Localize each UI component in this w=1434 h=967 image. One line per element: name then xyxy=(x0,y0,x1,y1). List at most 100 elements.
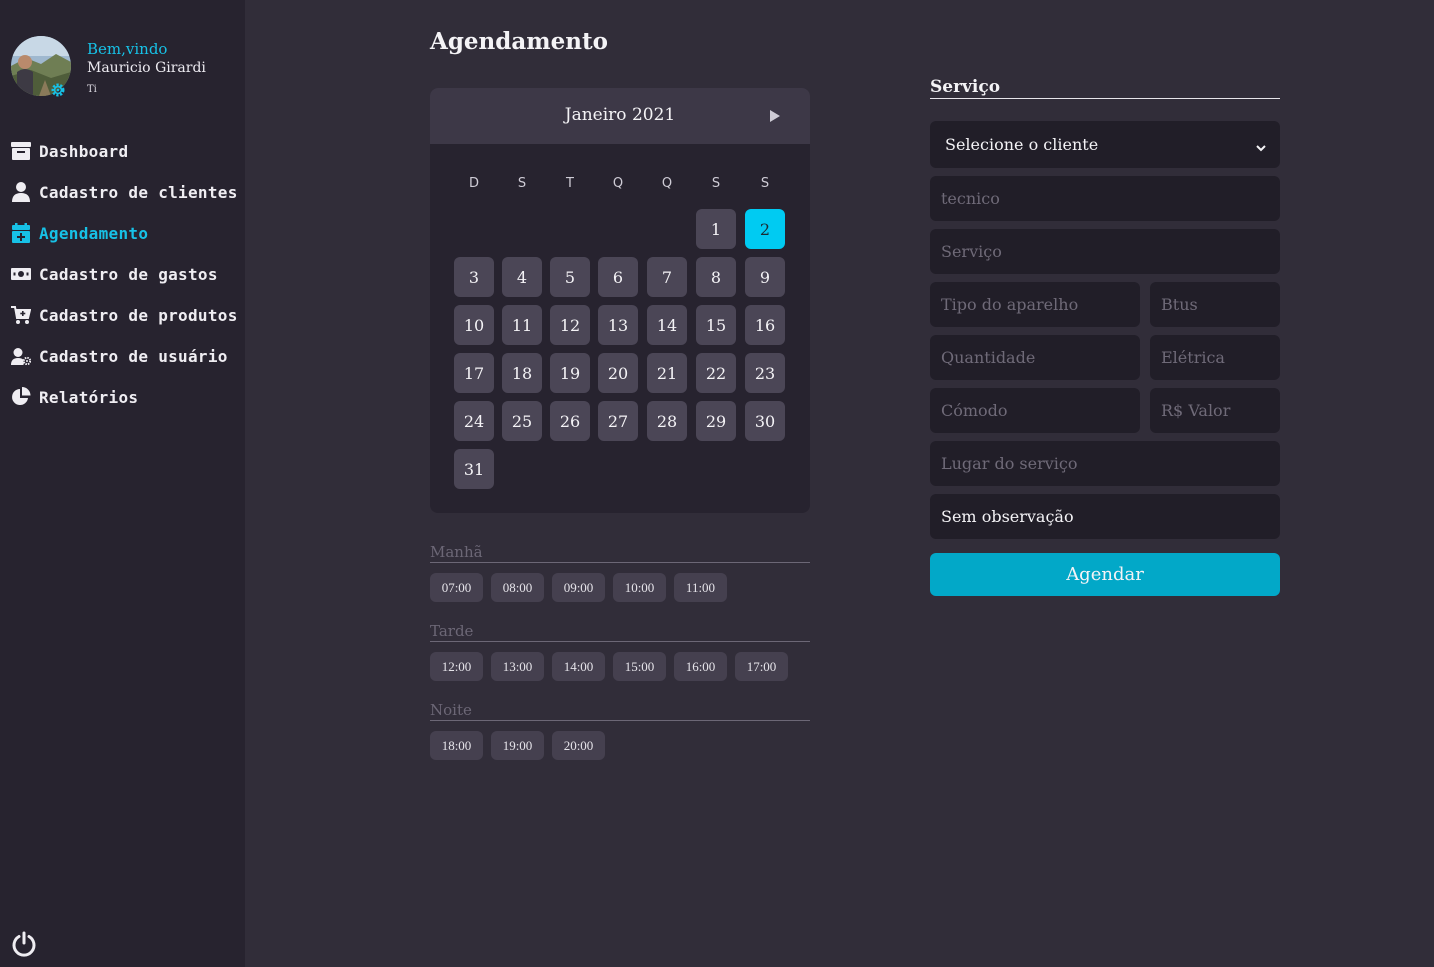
sidebar-item-label: Dashboard xyxy=(39,141,129,161)
dashboard-icon xyxy=(11,141,31,161)
sidebar-item-relatorios[interactable]: Relatórios xyxy=(11,386,138,408)
weekday-label: D xyxy=(468,176,479,191)
sidebar-item-label: Agendamento xyxy=(39,223,149,243)
time-slot-button[interactable]: 20:00 xyxy=(552,731,605,760)
valor-field[interactable] xyxy=(1150,388,1280,433)
agendar-button[interactable]: Agendar xyxy=(930,553,1280,596)
calendar-day[interactable]: 30 xyxy=(745,401,785,441)
welcome-text: Bem,vindo xyxy=(87,40,168,58)
calendar-day[interactable]: 14 xyxy=(647,305,687,345)
play-icon[interactable] xyxy=(768,108,782,124)
calendar-day[interactable]: 1 xyxy=(696,209,736,249)
sidebar-item-label: Cadastro de produtos xyxy=(39,305,238,325)
calendar-day[interactable]: 10 xyxy=(454,305,494,345)
cart-plus-icon xyxy=(11,305,31,325)
sidebar-item-dashboard[interactable]: Dashboard xyxy=(11,140,128,162)
btus-field[interactable] xyxy=(1150,282,1280,327)
calendar-day[interactable]: 27 xyxy=(598,401,638,441)
sidebar-item-label: Cadastro de clientes xyxy=(39,182,238,202)
calendar-day[interactable]: 12 xyxy=(550,305,590,345)
period-label: Manhã xyxy=(430,543,810,563)
time-slot-button[interactable]: 12:00 xyxy=(430,652,483,681)
sidebar-item-usuario[interactable]: Cadastro de usuário xyxy=(11,345,228,367)
pie-chart-icon xyxy=(11,387,31,407)
time-slot-button[interactable]: 15:00 xyxy=(613,652,666,681)
weekday-label: S xyxy=(760,176,770,191)
calendar-day[interactable]: 8 xyxy=(696,257,736,297)
sidebar-item-agendamento[interactable]: Agendamento xyxy=(11,222,148,244)
time-slot-button[interactable]: 09:00 xyxy=(552,573,605,602)
sidebar-item-gastos[interactable]: Cadastro de gastos xyxy=(11,263,218,285)
calendar-day[interactable]: 6 xyxy=(598,257,638,297)
calendar-day[interactable]: 21 xyxy=(647,353,687,393)
observacao-field[interactable] xyxy=(930,494,1280,539)
user-icon xyxy=(11,182,31,202)
calendar-day[interactable]: 4 xyxy=(502,257,542,297)
chevron-down-icon xyxy=(1255,139,1267,152)
calendar-month-label: Janeiro 2021 xyxy=(564,105,676,125)
time-slot-button[interactable]: 13:00 xyxy=(491,652,544,681)
client-select[interactable]: Selecione o cliente xyxy=(930,121,1280,168)
tipo-aparelho-field[interactable] xyxy=(930,282,1140,327)
comodo-field[interactable] xyxy=(930,388,1140,433)
time-slot-button[interactable]: 16:00 xyxy=(674,652,727,681)
time-slot-button[interactable]: 08:00 xyxy=(491,573,544,602)
calendar-header: Janeiro 2021 xyxy=(430,88,810,144)
client-select-value: Selecione o cliente xyxy=(945,135,1099,154)
calendar-day[interactable]: 5 xyxy=(550,257,590,297)
weekday-label: S xyxy=(711,176,721,191)
calendar-day[interactable]: 2 xyxy=(745,209,785,249)
weekday-label: S xyxy=(517,176,527,191)
weekday-label: Q xyxy=(612,176,624,191)
period-label: Noite xyxy=(430,701,810,721)
calendar-day[interactable]: 17 xyxy=(454,353,494,393)
calendar-day[interactable]: 29 xyxy=(696,401,736,441)
sidebar-item-clientes[interactable]: Cadastro de clientes xyxy=(11,181,238,203)
time-slot-button[interactable]: 10:00 xyxy=(613,573,666,602)
calendar-day[interactable]: 13 xyxy=(598,305,638,345)
time-slot-button[interactable]: 07:00 xyxy=(430,573,483,602)
calendar-day[interactable]: 11 xyxy=(502,305,542,345)
tecnico-field[interactable] xyxy=(930,176,1280,221)
calendar-day[interactable]: 24 xyxy=(454,401,494,441)
user-name: Mauricio Girardi xyxy=(87,60,206,76)
calendar-day[interactable]: 15 xyxy=(696,305,736,345)
calendar-plus-icon xyxy=(11,223,31,243)
time-slot-button[interactable]: 14:00 xyxy=(552,652,605,681)
servico-field[interactable] xyxy=(930,229,1280,274)
calendar-day[interactable]: 16 xyxy=(745,305,785,345)
weekday-label: T xyxy=(566,176,574,191)
sidebar-item-label: Cadastro de usuário xyxy=(39,346,228,366)
time-slot-button[interactable]: 18:00 xyxy=(430,731,483,760)
sidebar-item-label: Cadastro de gastos xyxy=(39,264,218,284)
lugar-servico-field[interactable] xyxy=(930,441,1280,486)
calendar-day[interactable]: 3 xyxy=(454,257,494,297)
sidebar: Bem,vindo Mauricio Girardi Ti Dashboard … xyxy=(0,0,245,967)
quantidade-field[interactable] xyxy=(930,335,1140,380)
calendar-day[interactable]: 26 xyxy=(550,401,590,441)
form-title: Serviço xyxy=(930,77,1280,99)
page-title: Agendamento xyxy=(430,28,608,55)
period-label: Tarde xyxy=(430,622,810,642)
calendar-day[interactable]: 7 xyxy=(647,257,687,297)
settings-gear-icon[interactable] xyxy=(50,82,66,98)
calendar-day[interactable]: 31 xyxy=(454,449,494,489)
weekday-label: Q xyxy=(661,176,673,191)
calendar-day[interactable]: 28 xyxy=(647,401,687,441)
time-slot-button[interactable]: 11:00 xyxy=(674,573,727,602)
calendar-day[interactable]: 18 xyxy=(502,353,542,393)
calendar-day[interactable]: 19 xyxy=(550,353,590,393)
calendar-day[interactable]: 25 xyxy=(502,401,542,441)
money-bill-icon xyxy=(11,264,31,284)
time-slot-button[interactable]: 17:00 xyxy=(735,652,788,681)
sidebar-item-produtos[interactable]: Cadastro de produtos xyxy=(11,304,238,326)
time-slot-button[interactable]: 19:00 xyxy=(491,731,544,760)
calendar-day[interactable]: 23 xyxy=(745,353,785,393)
calendar-day[interactable]: 9 xyxy=(745,257,785,297)
calendar: Janeiro 2021 DSTQQSS 1 2 3 4 5 6 7 8 9 10 11 12 13 14… xyxy=(430,88,810,513)
calendar-day[interactable]: 20 xyxy=(598,353,638,393)
eletrica-field[interactable] xyxy=(1150,335,1280,380)
user-gear-icon xyxy=(11,346,31,366)
calendar-day[interactable]: 22 xyxy=(696,353,736,393)
power-icon[interactable] xyxy=(11,931,37,957)
